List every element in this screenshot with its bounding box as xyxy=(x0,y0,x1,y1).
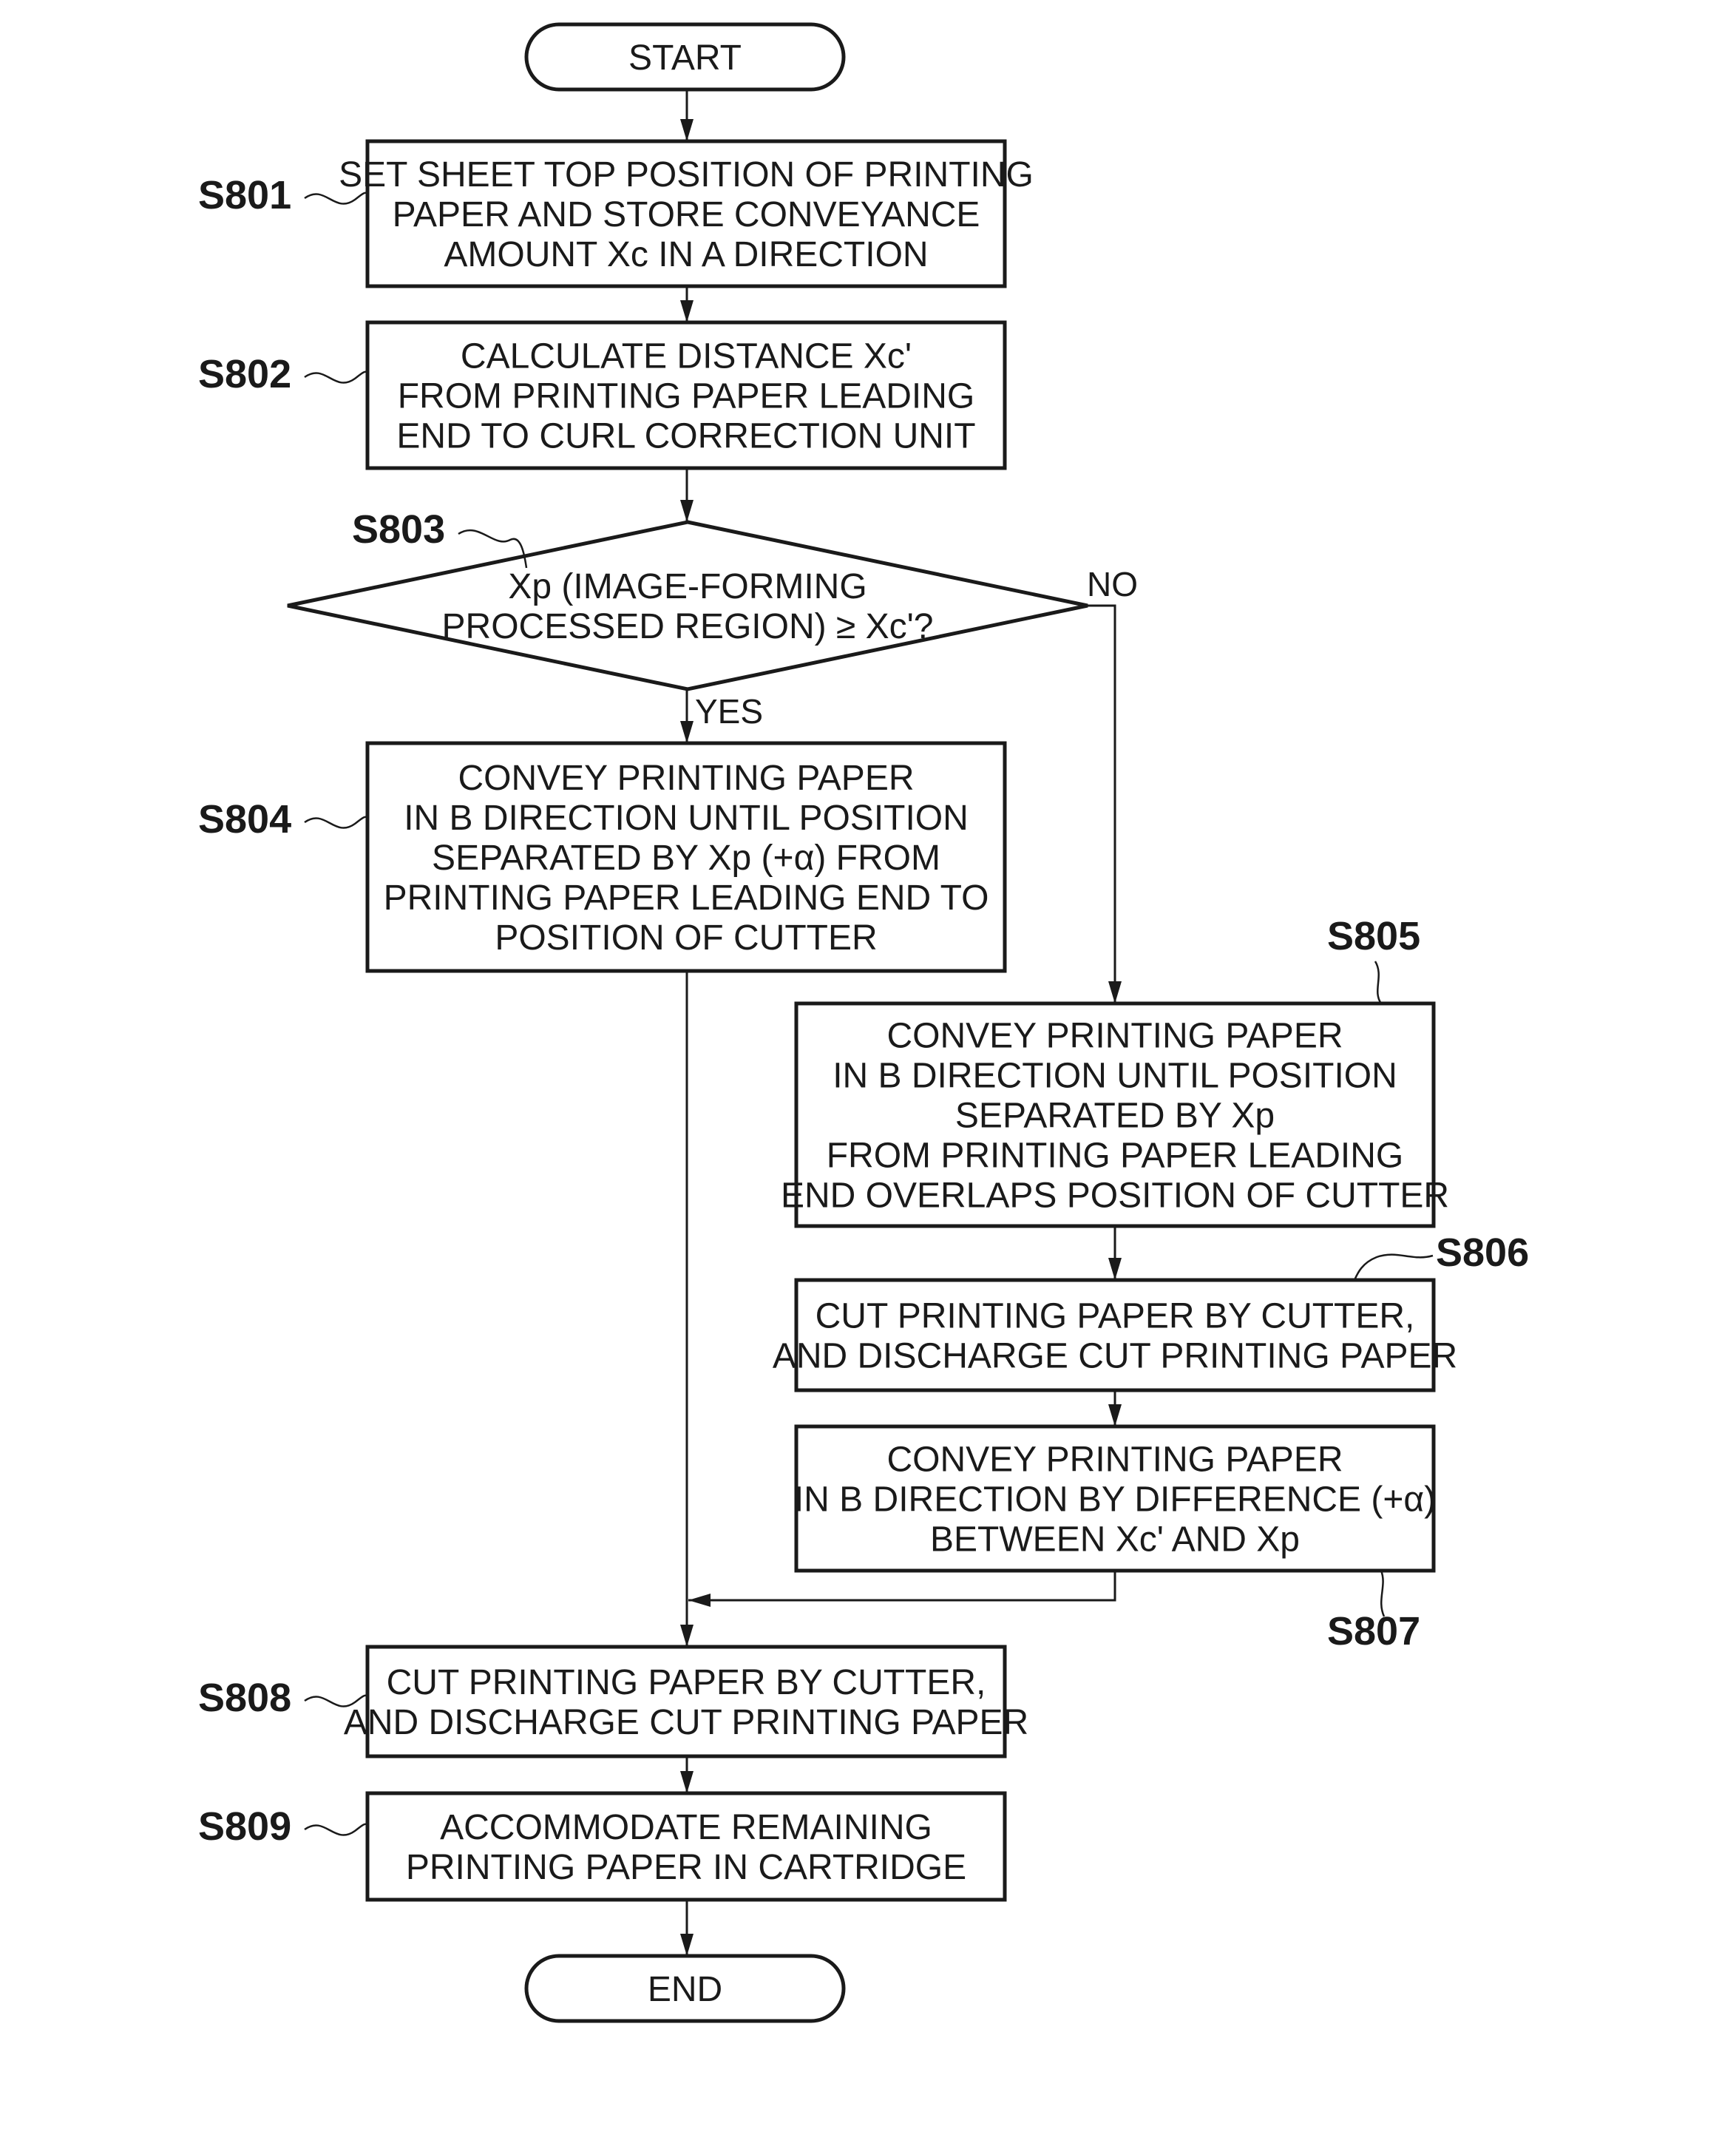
edge-s807-merge xyxy=(688,1571,1116,1602)
text-line: ACCOMMODATE REMAINING xyxy=(440,1808,932,1847)
s803-text: Xp (IMAGE-FORMING PROCESSED REGION) ≥ Xc'… xyxy=(442,567,934,646)
s807-step-label: S807 xyxy=(1327,1609,1420,1653)
edge-s802-s803-arrowhead xyxy=(680,500,694,522)
s801-step-label: S801 xyxy=(198,173,291,217)
flowchart: STARTSET SHEET TOP POSITION OF PRINTING P… xyxy=(198,22,1529,2023)
text-line: AND DISCHARGE CUT PRINTING PAPER xyxy=(773,1337,1457,1376)
s802-text: CALCULATE DISTANCE Xc' FROM PRINTING PAPE… xyxy=(396,337,975,456)
text-line: PAPER AND STORE CONVEYANCE xyxy=(393,195,980,234)
s808-text: CUT PRINTING PAPER BY CUTTER, AND DISCHAR… xyxy=(344,1663,1028,1742)
text-line: AND DISCHARGE CUT PRINTING PAPER xyxy=(344,1703,1028,1742)
s805-leader-line xyxy=(1374,961,1383,1004)
text-line: SEPARATED BY Xp xyxy=(955,1097,1275,1136)
text-line: POSITION OF CUTTER xyxy=(495,918,877,958)
s806-leader-line xyxy=(1353,1253,1434,1281)
s805-step-label: S805 xyxy=(1327,914,1420,958)
no-branch-label: NO xyxy=(1087,565,1138,603)
text-line: END xyxy=(648,1970,722,2009)
yes-branch-label: YES xyxy=(695,692,763,731)
edge-s809-end-arrowhead xyxy=(680,1934,694,1956)
s806-text: CUT PRINTING PAPER BY CUTTER, AND DISCHAR… xyxy=(773,1297,1457,1376)
edge-s806-s807-arrowhead xyxy=(1108,1404,1122,1426)
end-text: END xyxy=(648,1970,722,2009)
s804-leader-line xyxy=(304,816,368,829)
s803-step-label: S803 xyxy=(352,507,445,552)
text-line: IN B DIRECTION BY DIFFERENCE (+α) xyxy=(794,1480,1436,1520)
edge-s807-merge-arrowhead xyxy=(688,1594,711,1607)
text-line: PRINTING PAPER LEADING END TO xyxy=(384,878,989,918)
nodes: STARTSET SHEET TOP POSITION OF PRINTING P… xyxy=(287,22,1457,2023)
text-line: Xp (IMAGE-FORMING xyxy=(508,567,867,606)
text-line: BETWEEN Xc' AND Xp xyxy=(930,1520,1300,1560)
text-line: CONVEY PRINTING PAPER xyxy=(886,1017,1343,1056)
text-line: CALCULATE DISTANCE Xc' xyxy=(461,337,912,376)
text-line: IN B DIRECTION UNTIL POSITION xyxy=(404,799,969,838)
text-line: CONVEY PRINTING PAPER xyxy=(886,1440,1343,1480)
text-line: END OVERLAPS POSITION OF CUTTER xyxy=(781,1177,1449,1216)
start-text: START xyxy=(628,38,742,78)
edge-start-s801-arrowhead xyxy=(680,119,694,141)
text-line: CONVEY PRINTING PAPER xyxy=(458,759,914,798)
s802-step-label: S802 xyxy=(198,352,291,396)
edge-s801-s802-arrowhead xyxy=(680,300,694,322)
s804-step-label: S804 xyxy=(198,797,291,842)
s808-step-label: S808 xyxy=(198,1676,291,1720)
text-line: AMOUNT Xc IN A DIRECTION xyxy=(444,235,928,274)
s809-step-label: S809 xyxy=(198,1804,291,1849)
text-line: FROM PRINTING PAPER LEADING xyxy=(398,377,975,416)
edge-s805-s806-arrowhead xyxy=(1108,1258,1122,1280)
text-line: SET SHEET TOP POSITION OF PRINTING xyxy=(339,155,1034,194)
s809-leader-line xyxy=(304,1823,368,1836)
s802-leader-line xyxy=(304,370,368,384)
text-line: CUT PRINTING PAPER BY CUTTER, xyxy=(387,1663,986,1702)
edge-s803-s805-no xyxy=(1088,604,1116,1003)
text-line: SEPARATED BY Xp (+α) FROM xyxy=(432,839,940,878)
text-line: PROCESSED REGION) ≥ Xc'? xyxy=(442,607,934,646)
text-line: END TO CURL CORRECTION UNIT xyxy=(396,417,975,456)
text-line: FROM PRINTING PAPER LEADING xyxy=(827,1137,1404,1176)
text-line: START xyxy=(628,38,742,78)
s806-step-label: S806 xyxy=(1436,1230,1529,1275)
text-line: CUT PRINTING PAPER BY CUTTER, xyxy=(816,1297,1415,1336)
edge-s803-s805-no-arrowhead xyxy=(1108,981,1122,1003)
edge-s808-s809-arrowhead xyxy=(680,1771,694,1793)
s809-text: ACCOMMODATE REMAINING PRINTING PAPER IN C… xyxy=(406,1808,966,1887)
edge-s804-s808-arrowhead xyxy=(680,1625,694,1647)
text-line: IN B DIRECTION UNTIL POSITION xyxy=(833,1057,1397,1096)
text-line: PRINTING PAPER IN CARTRIDGE xyxy=(406,1848,966,1887)
edge-s803-s804-yes-arrowhead xyxy=(680,721,694,743)
